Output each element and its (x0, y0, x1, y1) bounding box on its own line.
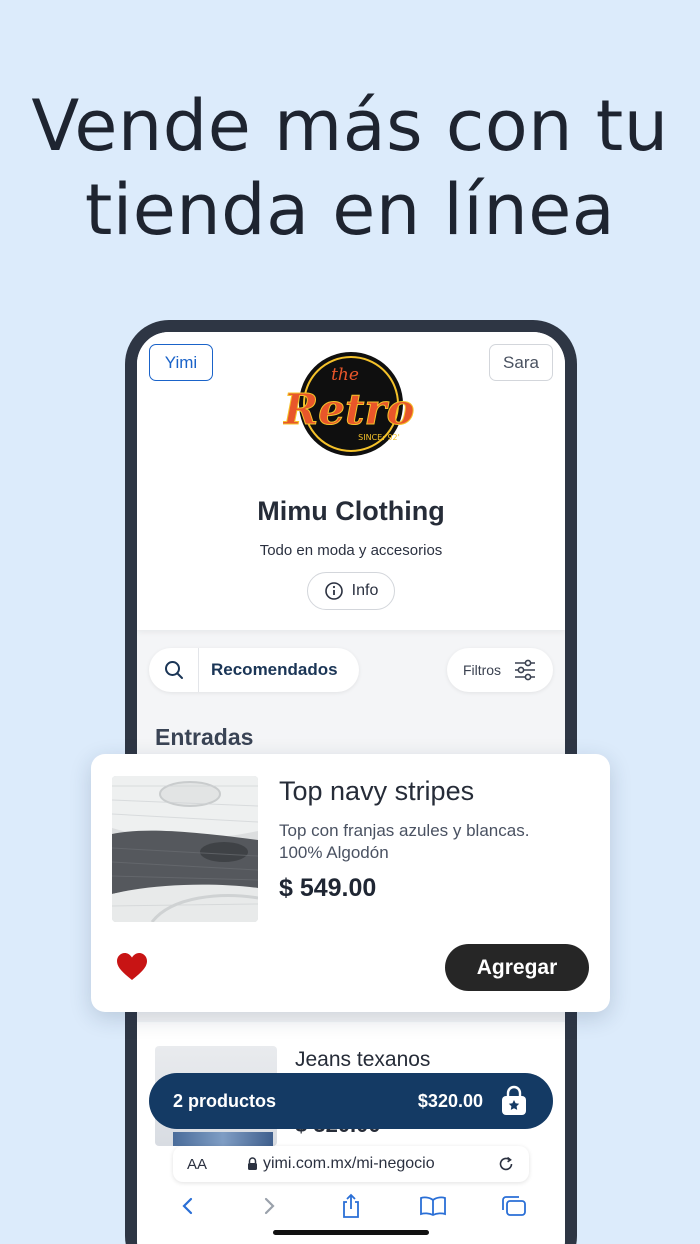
store-logo: the Retro SINCE: 92' (283, 352, 415, 456)
store-name: Mimu Clothing (257, 496, 445, 526)
search-icon (164, 661, 183, 679)
book-icon (419, 1196, 446, 1217)
product-description-line-1: Top con franjas azules y blancas. (279, 821, 530, 840)
share-button[interactable] (331, 1186, 371, 1226)
url-display[interactable]: yimi.com.mx/mi-negocio (247, 1155, 497, 1173)
product-title[interactable]: Top navy stripes (279, 776, 474, 807)
filters-button[interactable]: Filtros (447, 648, 553, 692)
cart-total: $320.00 (417, 1090, 483, 1111)
store-header: Yimi Sara the Retro SINCE: 92' Mimu Clot… (137, 332, 565, 630)
browser-toolbar (137, 1184, 565, 1228)
headline-line-1: Vende más con tu (31, 85, 669, 167)
featured-product-card[interactable]: Top navy stripes Top con franjas azules … (91, 754, 610, 1012)
search-button[interactable] (149, 648, 199, 692)
jeans-graphic (173, 1132, 273, 1146)
user-button[interactable]: Sara (489, 344, 553, 381)
info-button[interactable]: Info (307, 572, 395, 610)
sweaters-image (112, 776, 258, 922)
logo-text-main: Retro (283, 385, 415, 434)
product-description-line-2: 100% Algodón (279, 843, 389, 862)
info-label: Info (351, 582, 379, 599)
category-label[interactable]: Recomendados (199, 660, 338, 680)
store-description: Todo en moda y accesorios (259, 542, 443, 559)
cart-count: 2 productos (173, 1090, 277, 1111)
forward-button[interactable] (249, 1186, 289, 1226)
text-size-button[interactable]: AA (187, 1156, 247, 1173)
bookmarks-button[interactable] (413, 1186, 453, 1226)
url-text: yimi.com.mx/mi-negocio (263, 1155, 435, 1172)
browser-address-bar[interactable]: AA yimi.com.mx/mi-negocio (173, 1146, 529, 1182)
shopping-bag-icon (502, 1085, 526, 1115)
chevron-left-icon (182, 1197, 192, 1215)
cart-bar[interactable]: 2 productos $320.00 (149, 1073, 553, 1129)
logo-text-since: SINCE: 92' (358, 433, 400, 442)
category-selector[interactable]: Recomendados (149, 648, 359, 692)
chevron-right-icon (265, 1197, 275, 1215)
tabs-button[interactable] (494, 1186, 534, 1226)
yimi-button[interactable]: Yimi (149, 344, 213, 381)
lock-icon (248, 1157, 257, 1170)
reload-icon[interactable] (497, 1155, 515, 1173)
product-image[interactable] (112, 776, 258, 922)
sliders-icon (515, 659, 536, 681)
back-button[interactable] (168, 1186, 208, 1226)
headline: Vende más con tu tienda en línea (0, 84, 700, 252)
home-indicator (273, 1230, 429, 1235)
tabs-icon (502, 1196, 527, 1216)
section-title: Entradas (155, 724, 254, 750)
jeans-product-title[interactable]: Jeans texanos (295, 1048, 430, 1072)
logo-text-top: the (331, 365, 359, 385)
product-description: Top con franjas azules y blancas. 100% A… (279, 820, 589, 864)
product-price: $ 549.00 (279, 874, 377, 902)
headline-line-2: tienda en línea (84, 169, 616, 251)
share-icon (343, 1193, 359, 1218)
add-to-cart-button[interactable]: Agregar (445, 944, 589, 991)
filters-label: Filtros (462, 662, 502, 678)
info-icon (324, 582, 343, 600)
heart-icon[interactable] (116, 952, 148, 982)
